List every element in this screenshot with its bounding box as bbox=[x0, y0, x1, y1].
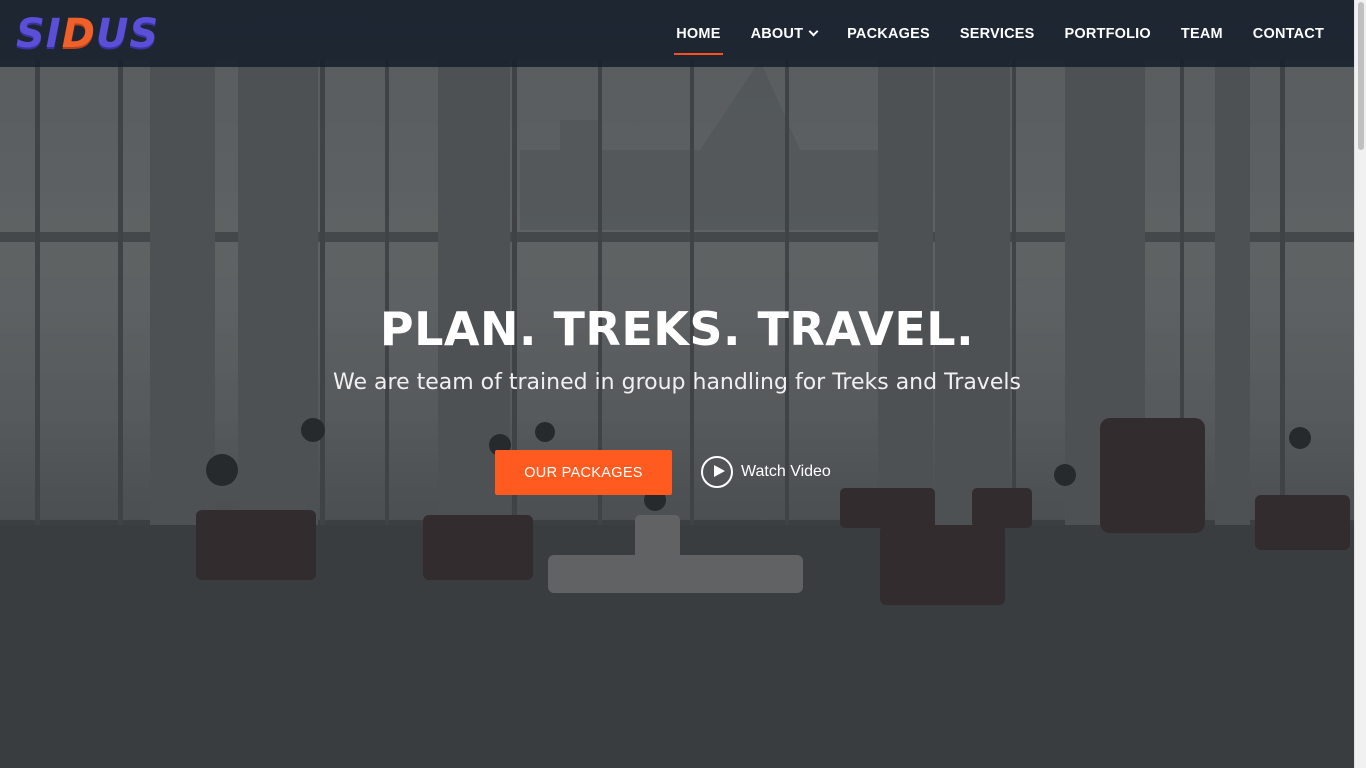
page: SIDUS HOME ABOUT PACKAGES SERVICES PORTF… bbox=[0, 0, 1366, 768]
watch-video-link[interactable]: Watch Video bbox=[701, 455, 831, 488]
hero-subtitle: We are team of trained in group handling… bbox=[333, 370, 1021, 395]
nav-item-about[interactable]: ABOUT bbox=[751, 26, 819, 42]
site-header: SIDUS HOME ABOUT PACKAGES SERVICES PORTF… bbox=[0, 0, 1354, 67]
main-nav: HOME ABOUT PACKAGES SERVICES PORTFOLIO T… bbox=[646, 0, 1324, 67]
watch-video-label: Watch Video bbox=[741, 462, 831, 480]
nav-item-home[interactable]: HOME bbox=[674, 26, 723, 55]
page-scrollbar[interactable] bbox=[1354, 0, 1366, 768]
our-packages-button[interactable]: OUR PACKAGES bbox=[495, 450, 672, 495]
nav-item-contact[interactable]: CONTACT bbox=[1253, 26, 1324, 42]
chevron-down-icon bbox=[808, 26, 819, 37]
site-logo[interactable]: SIDUS bbox=[16, 14, 159, 54]
nav-item-packages[interactable]: PACKAGES bbox=[847, 26, 930, 42]
scrollbar-thumb[interactable] bbox=[1358, 2, 1364, 150]
nav-item-team[interactable]: TEAM bbox=[1181, 26, 1223, 42]
play-circle-icon[interactable] bbox=[701, 455, 733, 488]
nav-item-services[interactable]: SERVICES bbox=[960, 26, 1035, 42]
hero-title: PLAN. TREKS. TRAVEL. bbox=[379, 302, 975, 356]
nav-item-portfolio[interactable]: PORTFOLIO bbox=[1065, 26, 1151, 42]
